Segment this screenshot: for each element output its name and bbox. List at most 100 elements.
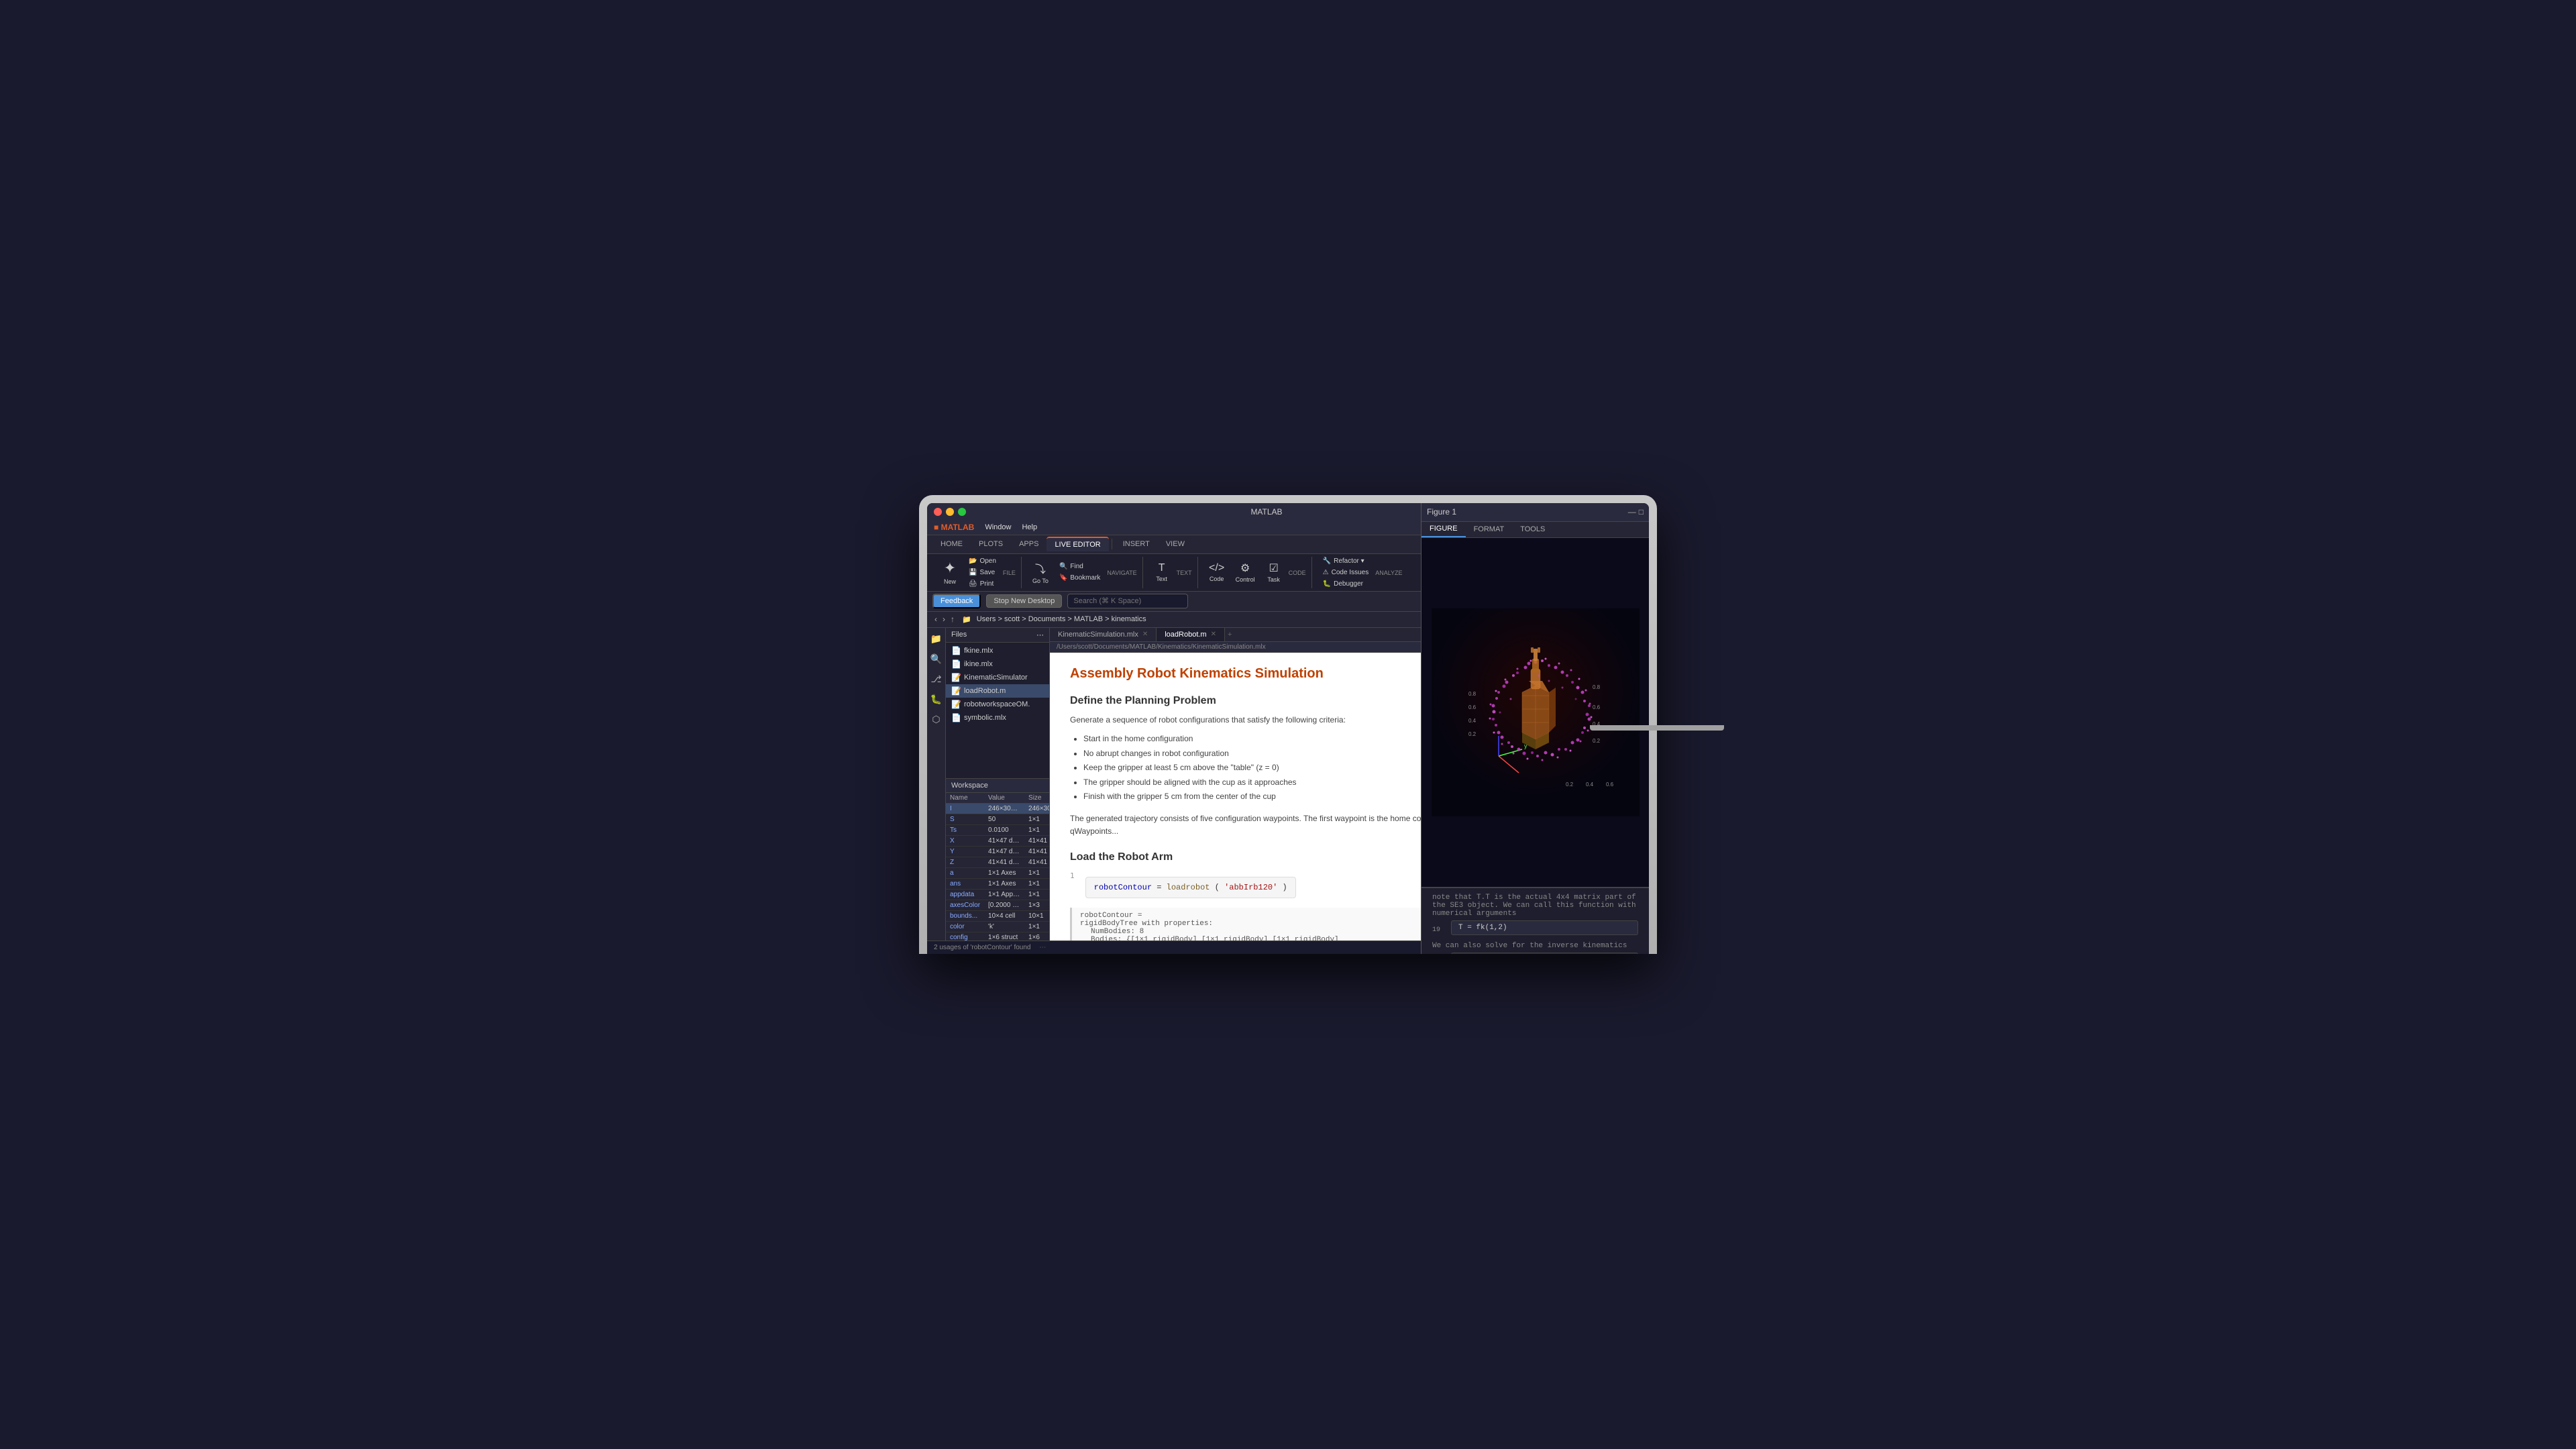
code-button[interactable]: </> Code [1205, 559, 1229, 586]
ws-name: color [946, 922, 984, 932]
sidebar-search-btn[interactable]: 🔍 [929, 652, 944, 667]
goto-button[interactable]: ⤵ Go To [1028, 557, 1053, 587]
tab-home[interactable]: HOME [932, 537, 971, 551]
tab-view[interactable]: VIEW [1158, 537, 1193, 551]
file-name: ikine.mlx [964, 660, 993, 668]
svg-text:0.2: 0.2 [1566, 782, 1574, 788]
file-item-selected[interactable]: 📝 loadRobot.m [946, 684, 1049, 698]
close-tab-icon[interactable]: ✕ [1142, 631, 1148, 638]
output-row-19: 19 T = fk(1,2) [1432, 920, 1638, 939]
close-button[interactable] [934, 508, 942, 516]
path-text: /Users/scott/Documents/MATLAB/Kinematics… [1057, 643, 1266, 651]
sidebar-git-btn[interactable]: ⎇ [929, 672, 944, 687]
note-text: note that T.T is the actual 4x4 matrix p… [1432, 894, 1638, 918]
add-tab-button[interactable]: + [1225, 628, 1236, 641]
workspace-row[interactable]: Z 41×41 double 41×41 [946, 857, 1049, 868]
file-icon-m: 📝 [951, 700, 961, 709]
issues-icon: ⚠ [1323, 569, 1329, 576]
save-button[interactable]: 💾 Save [965, 568, 1000, 578]
ws-value: 1×1 Axes [984, 868, 1024, 879]
forward-nav-button[interactable]: › [941, 614, 947, 624]
ws-name: config [946, 932, 984, 941]
file-icon-mlx: 📄 [951, 659, 961, 669]
search-input[interactable] [1067, 594, 1188, 608]
assign-op: = [1157, 883, 1166, 892]
load-robot-code[interactable]: robotContour = loadrobot ( 'abbIrb120' ) [1085, 877, 1296, 898]
up-nav-button[interactable]: ↑ [949, 614, 957, 624]
sidebar-files-btn[interactable]: 📁 [929, 632, 944, 647]
file-item[interactable]: 📄 symbolic.mlx [946, 711, 1049, 724]
text-button[interactable]: T Text [1150, 559, 1174, 585]
minimize-button[interactable] [946, 508, 954, 516]
workspace-row[interactable]: I 246×300 u... 246×300 [946, 804, 1049, 814]
code-fk[interactable]: T = fk(1,2) [1451, 920, 1638, 935]
ws-name: I [946, 804, 984, 814]
text-group-label: TEXT [1177, 570, 1192, 576]
ws-size: 1×1 [1024, 814, 1049, 825]
figure-content: y 0.8 0.6 0.4 0.2 0.2 0.4 0.6 [1421, 628, 1649, 888]
workspace-row[interactable]: bounds... 10×4 cell 10×1 [946, 911, 1049, 922]
tab-live-editor[interactable]: LIVE EDITOR [1046, 537, 1108, 551]
svg-text:0.6: 0.6 [1468, 704, 1477, 710]
debugger-button[interactable]: 🐛 Debugger [1319, 579, 1373, 589]
files-more-icon[interactable]: ⋯ [1036, 631, 1044, 639]
col-size: Size [1024, 793, 1049, 804]
ws-size: 1×1 [1024, 890, 1049, 900]
file-icon-mlx: 📄 [951, 713, 961, 722]
ws-name: Y [946, 847, 984, 857]
new-button[interactable]: ✦ New [938, 557, 962, 588]
stop-new-desktop-button[interactable]: Stop New Desktop [986, 594, 1062, 608]
editor-tab-loadrobot[interactable]: loadRobot.m ✕ [1157, 628, 1225, 641]
sidebar-debug-btn[interactable]: 🐛 [929, 692, 944, 707]
workspace-row[interactable]: S 50 1×1 [946, 814, 1049, 825]
sidebar-extensions-btn[interactable]: ⬡ [929, 712, 944, 727]
file-item[interactable]: 📝 KinematicSimulator [946, 671, 1049, 684]
file-item[interactable]: 📄 ikine.mlx [946, 657, 1049, 671]
workspace-row[interactable]: ans 1×1 Axes 1×1 [946, 879, 1049, 890]
editor-tab-kinematics[interactable]: KinematicSimulation.mlx ✕ [1050, 628, 1157, 641]
print-button[interactable]: 🖨 Print [965, 579, 1000, 589]
back-nav-button[interactable]: ‹ [932, 614, 939, 624]
ws-size: 1×1 [1024, 879, 1049, 890]
workspace-row[interactable]: config 1×6 struct 1×6 [946, 932, 1049, 941]
file-panel: Files ⋯ 📄 fkine.mlx 📄 ikine.mlx [946, 628, 1050, 941]
workspace-row[interactable]: color 'k' 1×1 [946, 922, 1049, 932]
workspace-row[interactable]: a 1×1 Axes 1×1 [946, 868, 1049, 879]
debugger-icon: 🐛 [1323, 580, 1331, 588]
workspace-row[interactable]: X 41×47 double 41×41 [946, 836, 1049, 847]
analyze-group: 🔧 Refactor ▾ ⚠ Code Issues 🐛 Debugger AN… [1313, 557, 1408, 588]
task-button[interactable]: ☑ Task [1262, 559, 1286, 586]
new-label: New [944, 578, 956, 585]
code-issues-button[interactable]: ⚠ Code Issues [1319, 568, 1373, 578]
ws-size: 41×41 [1024, 847, 1049, 857]
ws-name: X [946, 836, 984, 847]
file-name: fkine.mlx [964, 647, 993, 655]
text-group: T Text TEXT [1144, 557, 1198, 588]
usage-text: 2 usages of 'robotContour' found [934, 944, 1030, 951]
task-icon: ☑ [1269, 561, 1278, 575]
feedback-button[interactable]: Feedback [932, 594, 981, 608]
tab-plots[interactable]: PLOTS [971, 537, 1011, 551]
file-item[interactable]: 📝 robotworkspaceOM. [946, 698, 1049, 711]
fullscreen-button[interactable] [958, 508, 966, 516]
workspace-row[interactable]: axesColor [0.2000 0.2... 1×3 [946, 900, 1049, 911]
tab-insert[interactable]: INSERT [1115, 537, 1158, 551]
workspace-row[interactable]: Y 41×47 double 41×41 [946, 847, 1049, 857]
file-item[interactable]: 📄 fkine.mlx [946, 644, 1049, 657]
tab-label: loadRobot.m [1165, 631, 1206, 639]
ws-name: Ts [946, 825, 984, 836]
ws-name: bounds... [946, 911, 984, 922]
refactor-button[interactable]: 🔧 Refactor ▾ [1319, 556, 1373, 566]
menu-help[interactable]: Help [1016, 523, 1042, 531]
open-button[interactable]: 📂 Open [965, 556, 1000, 566]
control-button[interactable]: ⚙ Control [1232, 559, 1259, 586]
str-abbIrb120: 'abbIrb120' [1224, 883, 1277, 892]
close-tab-icon[interactable]: ✕ [1211, 631, 1216, 638]
bookmark-button[interactable]: 🔖 Bookmark [1055, 573, 1104, 583]
workspace-row[interactable]: appdata 1×1 AppData... 1×1 [946, 890, 1049, 900]
menu-window[interactable]: Window [979, 523, 1016, 531]
main-content: 📁 🔍 ⎇ 🐛 ⬡ Files ⋯ 📄 fkine.mlx [927, 628, 1649, 941]
tab-apps[interactable]: APPS [1011, 537, 1046, 551]
workspace-row[interactable]: Ts 0.0100 1×1 [946, 825, 1049, 836]
find-button[interactable]: 🔍 Find [1055, 561, 1104, 572]
